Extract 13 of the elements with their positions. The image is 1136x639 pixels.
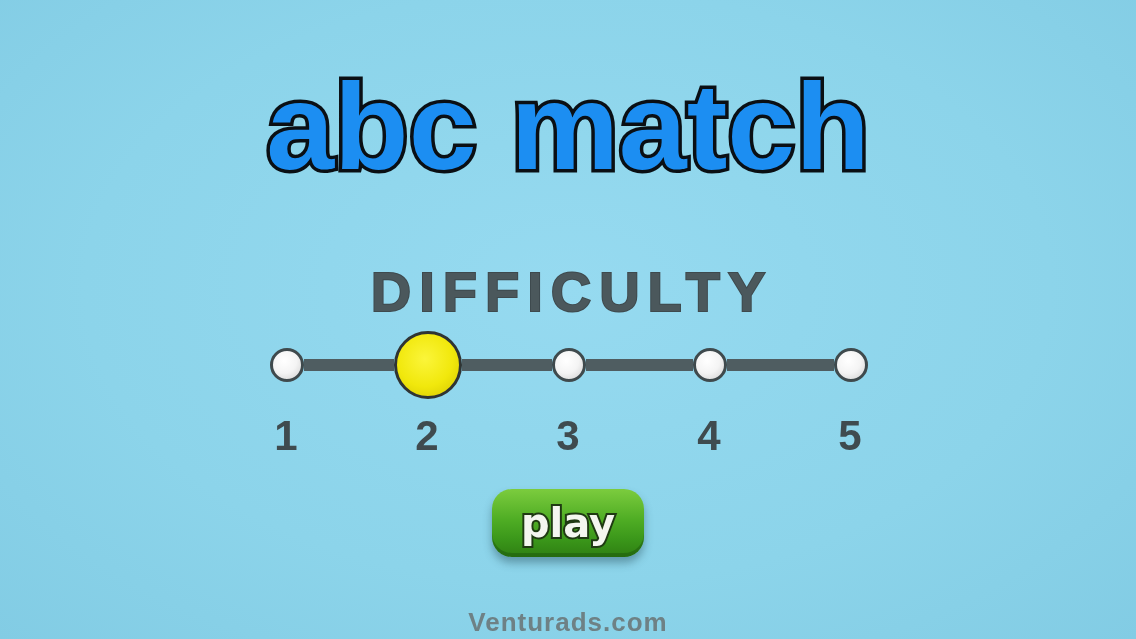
level-knob[interactable] bbox=[269, 348, 304, 382]
level-knob[interactable] bbox=[692, 348, 727, 382]
level-number: 1 bbox=[274, 413, 298, 459]
level-number: 5 bbox=[838, 413, 862, 459]
level-number: 2 bbox=[415, 413, 439, 459]
website-credit: Venturads.com bbox=[468, 607, 668, 637]
level-number: 3 bbox=[556, 413, 580, 459]
level-knob[interactable] bbox=[833, 348, 868, 382]
play-button[interactable]: play bbox=[492, 489, 644, 557]
game-title: abc match bbox=[266, 62, 870, 192]
difficulty-label: DIFFICULTY bbox=[369, 262, 774, 322]
level-knob[interactable] bbox=[551, 348, 586, 382]
level-number: 4 bbox=[697, 413, 721, 459]
